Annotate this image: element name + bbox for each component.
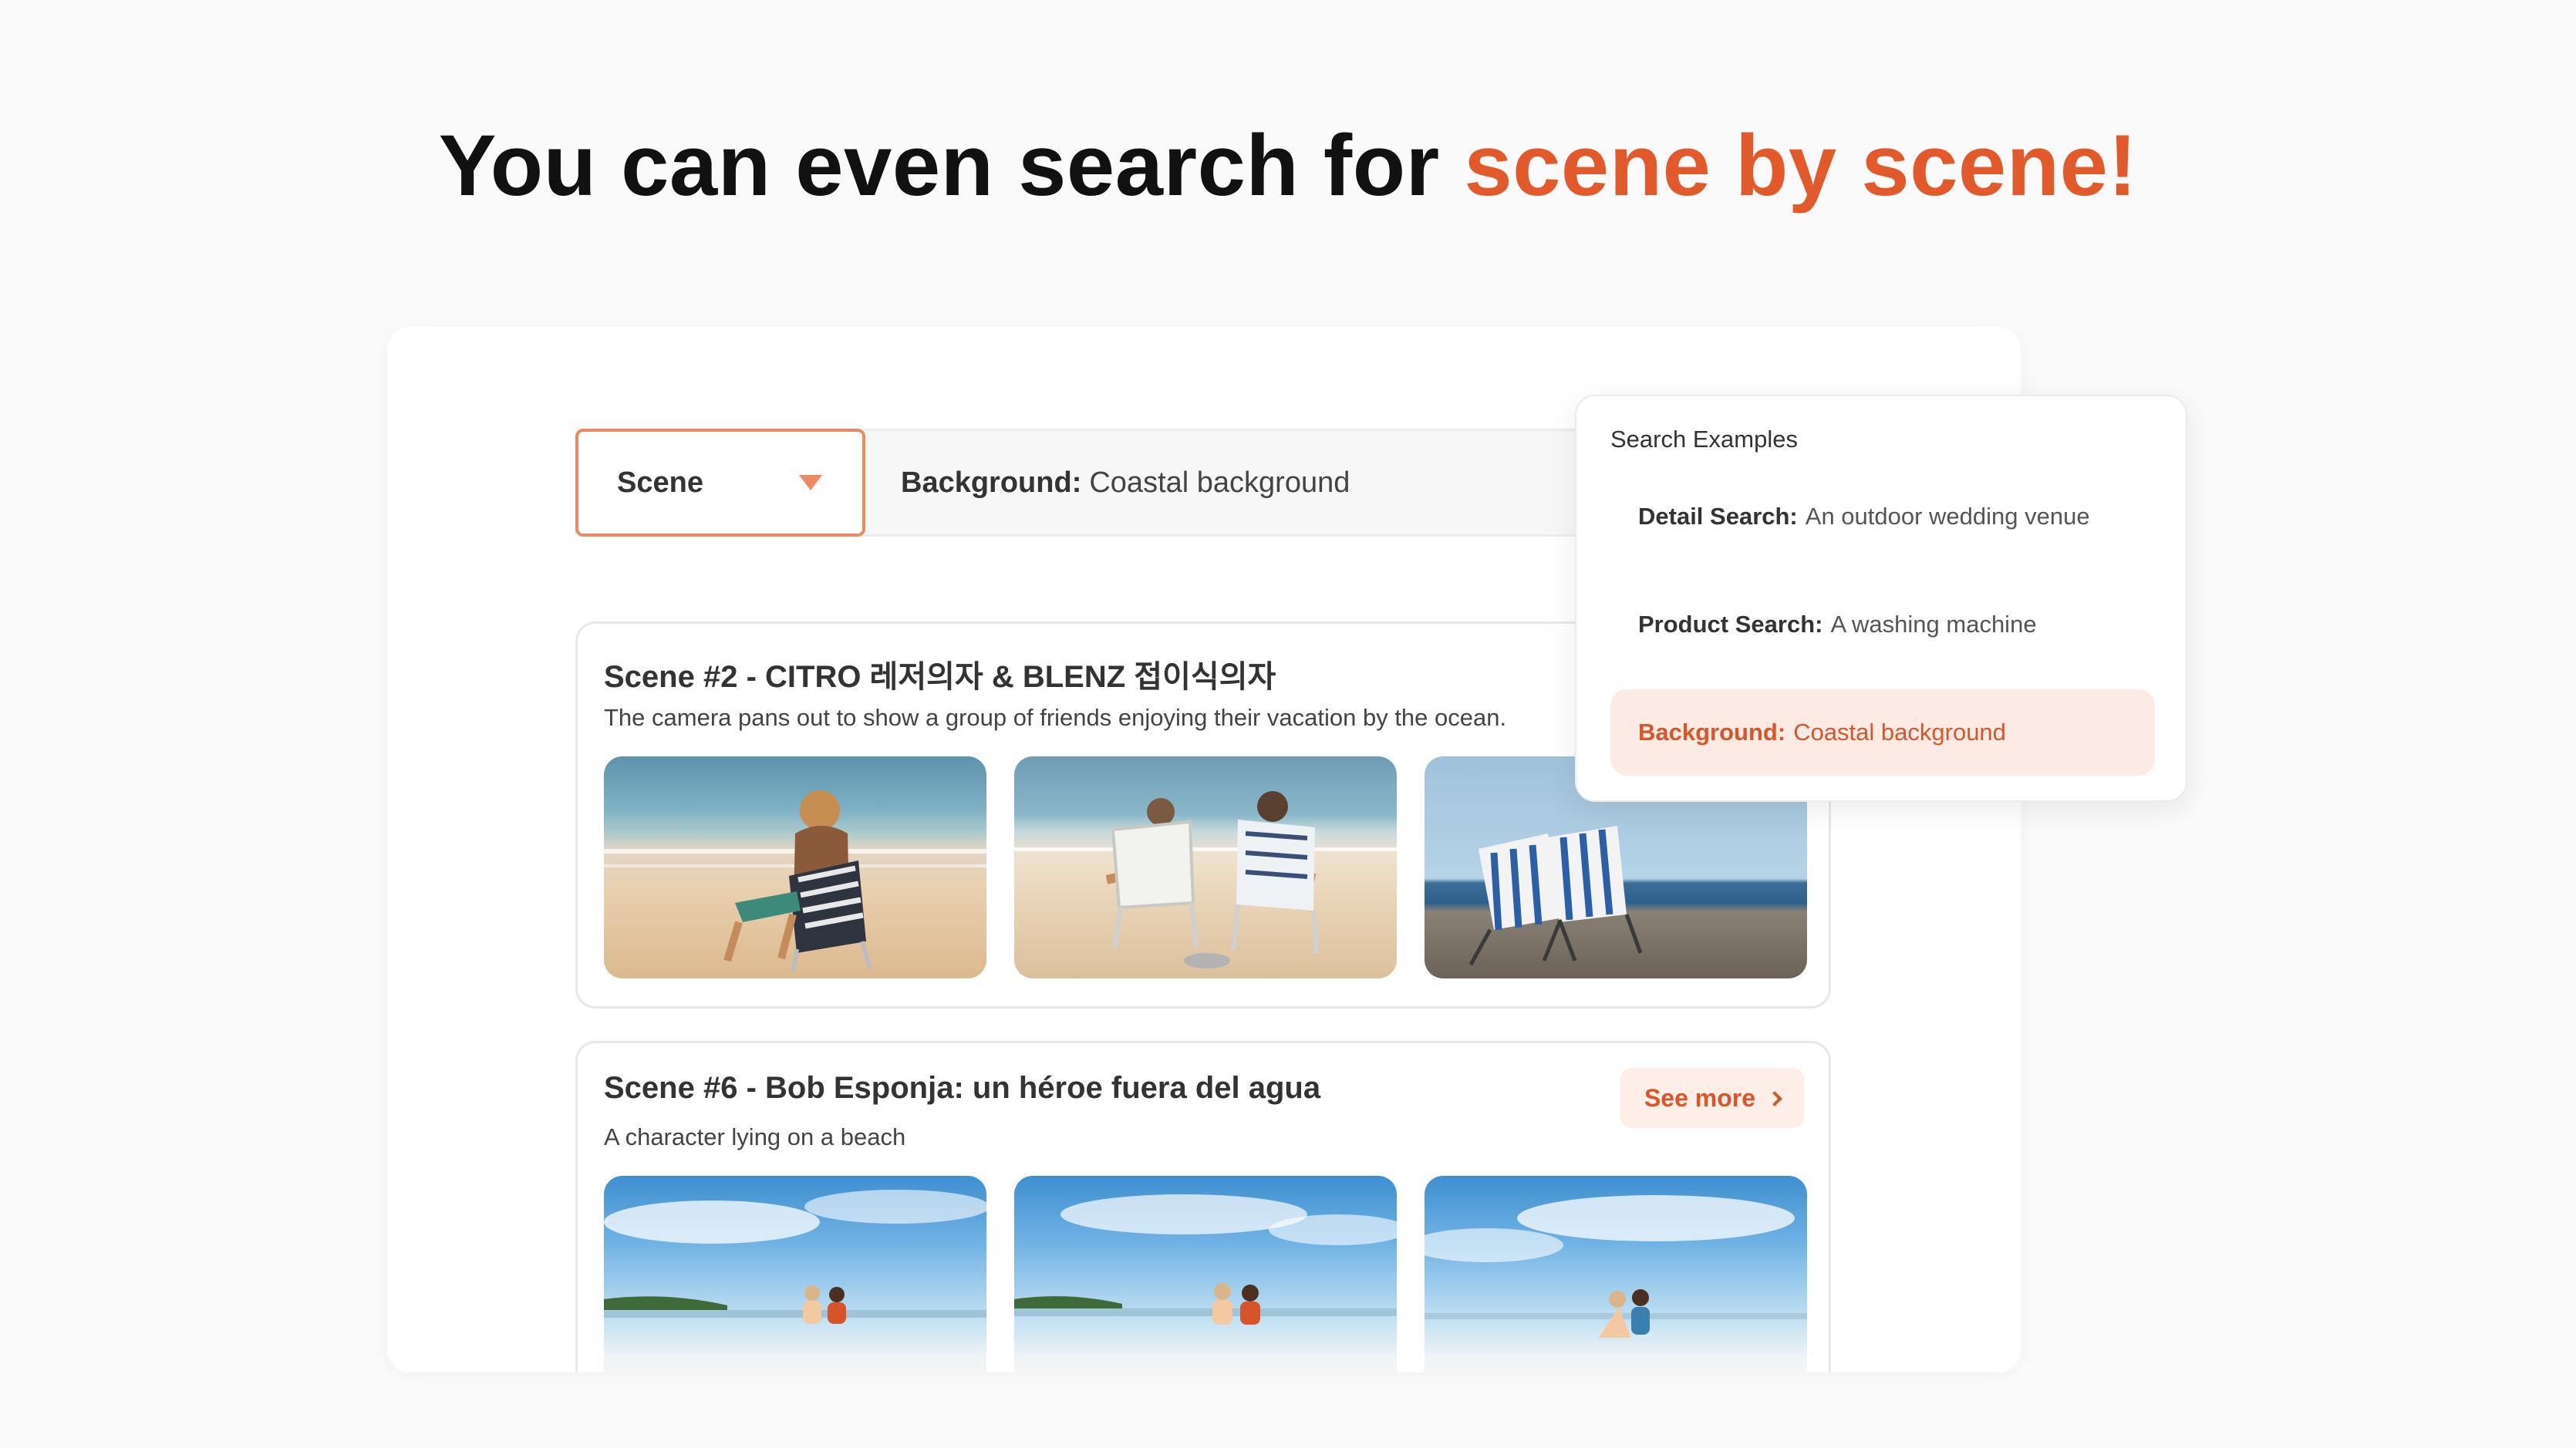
headline-accent: scene by scene! [1464,117,2138,214]
chevron-right-icon [1767,1091,1782,1106]
example-product-search[interactable]: Product Search: A washing machine [1610,581,2155,668]
search-mode-select[interactable]: Scene [575,429,865,537]
scene-title: Scene #6 - Bob Esponja: un héroe fuera d… [604,1071,1321,1105]
scene-thumbnails [604,1176,1807,1372]
caret-down-icon [799,475,822,490]
scene-thumbnail[interactable] [604,756,986,978]
example-value: An outdoor wedding venue [1805,503,2090,530]
example-label: Background: [1638,719,1786,746]
scene-thumbnail[interactable] [1014,1176,1397,1372]
example-detail-search[interactable]: Detail Search: An outdoor wedding venue [1610,473,2155,560]
example-label: Detail Search: [1638,503,1798,530]
query-value: Coastal background [1089,466,1350,499]
see-more-button[interactable]: See more [1620,1068,1804,1128]
see-more-label: See more [1644,1083,1756,1112]
query-label: Background: [901,466,1082,499]
search-mode-label: Scene [617,466,703,499]
scene-thumbnail[interactable] [1425,1176,1807,1372]
example-value: Coastal background [1793,719,2006,746]
scene-description: The camera pans out to show a group of f… [604,704,1507,731]
search-examples-dropdown: Search Examples Detail Search: An outdoo… [1575,395,2187,802]
dropdown-title: Search Examples [1610,426,1798,453]
scene-thumbnail[interactable] [1014,756,1397,978]
scene-description: A character lying on a beach [604,1123,906,1150]
headline-text: You can even search for [438,117,1465,214]
example-background-search[interactable]: Background: Coastal background [1610,689,2155,776]
example-value: A washing machine [1830,611,2037,638]
page-headline: You can even search for scene by scene! [0,116,2576,215]
scene-thumbnail[interactable] [604,1176,986,1372]
example-label: Product Search: [1638,611,1823,638]
scene-title: Scene #2 - CITRO 레저의자 & BLENZ 접이식의자 [604,660,1276,694]
scene-result-card[interactable]: Scene #6 - Bob Esponja: un héroe fuera d… [575,1041,1831,1372]
